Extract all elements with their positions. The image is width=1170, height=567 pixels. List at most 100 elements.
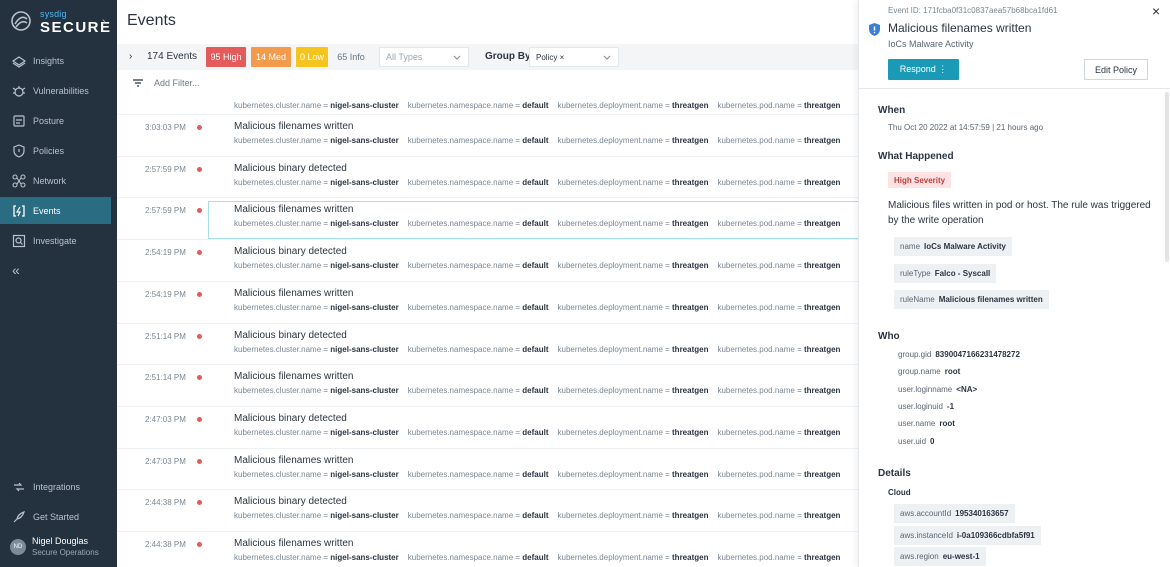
group-by-value: Policy ×: [536, 52, 565, 62]
event-title: Malicious binary detected: [234, 329, 347, 341]
event-type-select[interactable]: All Types: [379, 47, 469, 67]
sysdig-logo-icon: [11, 11, 31, 31]
event-tags: kubernetes.cluster.name = nigel-sans-clu…: [234, 553, 841, 562]
event-title: Malicious filenames written: [234, 204, 354, 216]
policy-name: IoCs Malware Activity: [888, 39, 974, 49]
severity-dot: [197, 542, 202, 547]
sidebar-item-label: Investigate: [33, 235, 77, 246]
sidebar: sysdig SECURE › Insights Vulnerabilities…: [0, 0, 117, 567]
panel-divider: [859, 88, 1170, 89]
severity-dot: [197, 208, 202, 214]
collapse-sidebar-icon[interactable]: «: [12, 262, 20, 278]
who-attribute: user.uid 0: [898, 436, 935, 446]
sidebar-item-get-started[interactable]: Get Started: [0, 503, 111, 530]
event-tags: kubernetes.cluster.name = nigel-sans-clu…: [234, 261, 841, 271]
medium-severity-filter[interactable]: 14 Med: [251, 47, 291, 67]
events-main: Events › 174 Events 95 High 14 Med 0 Low…: [117, 0, 858, 567]
event-row[interactable]: 2:57:59 PM Malicious filenames written kub…: [117, 197, 858, 240]
sidebar-item-insights[interactable]: Insights: [0, 47, 111, 74]
sidebar-item-investigate[interactable]: Investigate: [0, 227, 111, 254]
rule-attribute-chip: ruleName Malicious filenames written: [894, 290, 1049, 309]
event-title: Malicious binary detected: [234, 162, 347, 174]
expand-chevron-icon[interactable]: ›: [129, 51, 132, 62]
event-time: 3:03:03 PM: [145, 123, 186, 132]
severity-dot: [197, 250, 202, 256]
details-heading: Details: [878, 468, 911, 479]
event-tags: kubernetes.cluster.name = nigel-sans-clu…: [234, 386, 841, 396]
group-by-label: Group By: [485, 51, 531, 62]
sidebar-item-label: Insights: [33, 55, 65, 66]
event-detail-panel: Event ID: 171fcba0f31c0837aea57b68bca1fd…: [858, 0, 1170, 567]
respond-button[interactable]: Respond ⋮: [888, 59, 959, 80]
event-title: Malicious binary detected: [234, 246, 347, 258]
event-type-value: All Types: [386, 52, 423, 62]
low-severity-filter[interactable]: 0 Low: [296, 47, 328, 67]
event-time: 2:57:59 PM: [145, 164, 186, 174]
sidebar-item-integrations[interactable]: Integrations: [0, 473, 111, 500]
high-severity-filter[interactable]: 95 High: [206, 47, 246, 67]
event-time: 2:44:38 PM: [145, 498, 186, 508]
add-filter-placeholder: Add Filter...: [154, 78, 200, 88]
event-row[interactable]: 2:54:19 PM Malicious binary detected kuber…: [117, 239, 858, 280]
who-attribute: user.loginname <NA>: [898, 384, 978, 394]
events-icon: [13, 204, 25, 217]
sidebar-item-vulnerabilities[interactable]: Vulnerabilities: [0, 77, 111, 104]
event-row[interactable]: 2:44:38 PM Malicious filenames written kub…: [117, 531, 858, 567]
event-row[interactable]: 3:03:03 PM Malicious filenames written kub…: [117, 114, 858, 155]
event-tags: kubernetes.cluster.name = nigel-sans-clu…: [234, 511, 841, 521]
filter-icon: [133, 79, 143, 87]
sidebar-item-network[interactable]: Network: [0, 167, 111, 194]
event-description: Malicious files written in pod or host. …: [888, 200, 1151, 226]
event-time: 2:51:14 PM: [145, 373, 186, 383]
event-time: 2:44:38 PM: [145, 540, 186, 549]
sidebar-item-label: Posture: [33, 115, 65, 126]
edit-policy-button[interactable]: Edit Policy: [1084, 59, 1148, 80]
event-row[interactable]: 2:47:03 PM Malicious binary detected kuber…: [117, 405, 858, 447]
logo-small-text: sysdig: [40, 9, 67, 19]
sidebar-item-label: Network: [33, 175, 67, 186]
sidebar-item-label: Policies: [33, 145, 65, 156]
get-started-icon: [13, 510, 25, 522]
close-icon[interactable]: ×: [1152, 3, 1160, 19]
insights-icon: [12, 55, 26, 68]
sidebar-item-posture[interactable]: Posture: [0, 107, 111, 134]
severity-dot: [197, 416, 202, 422]
severity-dot: [197, 125, 202, 130]
user-profile[interactable]: ND Nigel Douglas Secure Operations: [8, 533, 114, 563]
event-row[interactable]: 2:54:19 PM Malicious filenames written kub…: [117, 280, 858, 322]
user-role: Secure Operations: [32, 548, 99, 557]
event-row[interactable]: 2:51:14 PM Malicious binary detected kuber…: [117, 322, 858, 364]
group-by-select[interactable]: Policy ×: [529, 47, 619, 67]
panel-scrollbar[interactable]: [1165, 92, 1169, 262]
sidebar-item-events[interactable]: Events: [0, 197, 111, 224]
event-title: Malicious filenames written: [234, 287, 354, 299]
investigate-icon: [12, 234, 26, 247]
event-tags: kubernetes.cluster.name = nigel-sans-clu…: [234, 469, 841, 479]
chevron-right-icon[interactable]: ›: [102, 16, 106, 28]
cloud-heading: Cloud: [888, 488, 911, 497]
sysdig-secure-logo[interactable]: sysdig SECURE ›: [8, 8, 112, 38]
network-icon: [12, 173, 26, 188]
logo-product-text: SECURE: [40, 19, 112, 36]
event-time: 2:47:03 PM: [145, 456, 186, 466]
severity-dot: [197, 333, 202, 339]
severity-dot: [197, 500, 202, 506]
event-time: 2:47:03 PM: [145, 414, 186, 424]
rule-attribute-chip: name IoCs Malware Activity: [894, 237, 1012, 256]
who-attribute: group.gid 8390047166231478272: [898, 350, 1020, 359]
event-id: Event ID: 171fcba0f31c0837aea57b68bca1fd…: [888, 6, 1058, 15]
policy-shield-icon: [869, 23, 880, 36]
event-title: Malicious filenames written: [234, 121, 354, 132]
when-heading: When: [878, 105, 906, 116]
event-row[interactable]: 2:47:03 PM Malicious filenames written kub…: [117, 447, 858, 489]
add-filter-bar[interactable]: Add Filter...: [117, 72, 858, 94]
cloud-attribute-chip: aws.accountId 195340163657: [894, 504, 1015, 523]
event-row[interactable]: 2:57:59 PM Malicious binary detected kuber…: [117, 155, 858, 197]
info-severity-filter[interactable]: 65 Info: [333, 47, 369, 67]
what-happened-heading: What Happened: [878, 151, 954, 162]
event-row[interactable]: 2:51:14 PM Malicious filenames written kub…: [117, 364, 858, 405]
events-count: 174 Events: [147, 51, 198, 62]
user-name: Nigel Douglas: [32, 536, 89, 546]
sidebar-item-policies[interactable]: Policies: [0, 137, 111, 164]
event-row[interactable]: 2:44:38 PM Malicious binary detected kuber…: [117, 489, 858, 530]
